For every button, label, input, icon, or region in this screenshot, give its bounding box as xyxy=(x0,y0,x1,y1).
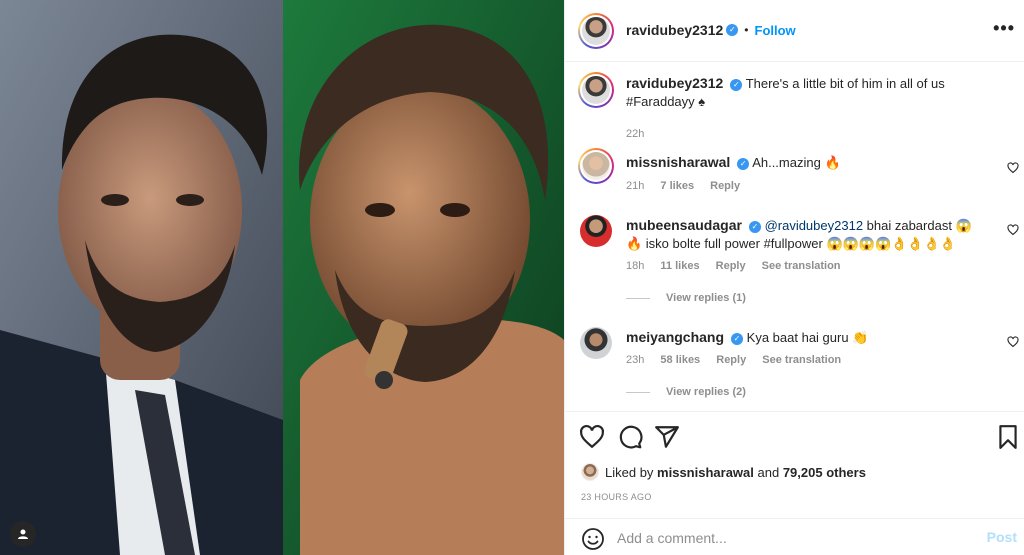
comment-likes[interactable]: 58 likes xyxy=(660,354,700,366)
caption-username[interactable]: ravidubey2312 xyxy=(626,75,723,91)
separator-dot: • xyxy=(744,23,749,37)
comment-text-block: meiyangchang ✓ Kya baat hai guru 👏 xyxy=(626,328,976,347)
caption-author-avatar[interactable] xyxy=(578,72,614,108)
see-translation-button[interactable]: See translation xyxy=(762,260,841,272)
comment-thread[interactable]: ravidubey2312 ✓ There's a little bit of h… xyxy=(565,62,1024,410)
post-photo-collage xyxy=(0,0,564,555)
verified-icon: ✓ xyxy=(748,220,761,233)
author-avatar[interactable] xyxy=(578,13,614,49)
save-bookmark-icon[interactable] xyxy=(995,424,1021,450)
comment-composer: Post xyxy=(565,518,1024,555)
comment-text-block: missnisharawal ✓ Ah...mazing 🔥 xyxy=(626,153,976,172)
commenter-username[interactable]: mubeensaudagar xyxy=(626,217,742,233)
tagged-user-icon[interactable] xyxy=(10,521,36,547)
like-heart-icon[interactable] xyxy=(579,424,605,450)
comment-meta: 21h 7 likes Reply xyxy=(626,180,753,192)
commenter-avatar[interactable] xyxy=(580,327,612,359)
comment-likes[interactable]: 7 likes xyxy=(660,180,694,192)
emoji-smiley-icon[interactable] xyxy=(581,527,605,551)
verified-icon: ✓ xyxy=(731,332,744,345)
post-header: ravidubey2312 ✓ • Follow ••• xyxy=(565,0,1024,62)
reply-button[interactable]: Reply xyxy=(710,180,740,192)
post-image[interactable] xyxy=(0,0,564,555)
comment-text: Kya baat hai guru 👏 xyxy=(746,330,869,345)
commenter-avatar[interactable] xyxy=(580,215,612,247)
caption-time[interactable]: 22h xyxy=(626,128,644,140)
more-horizontal-icon[interactable]: ••• xyxy=(993,18,1015,39)
author-line: ravidubey2312 ✓ • Follow xyxy=(626,22,796,38)
comment-meta: 18h 11 likes Reply See translation xyxy=(626,260,854,272)
commenter-username[interactable]: missnisharawal xyxy=(626,154,730,170)
post-side-panel: ravidubey2312 ✓ • Follow ••• ravidubey23… xyxy=(564,0,1024,555)
like-comment-heart-icon[interactable] xyxy=(1007,224,1019,236)
liked-by-avatar[interactable] xyxy=(581,463,599,481)
post-comment-button[interactable]: Post xyxy=(987,529,1017,545)
commenter-username[interactable]: meiyangchang xyxy=(626,329,724,345)
reply-button[interactable]: Reply xyxy=(716,354,746,366)
post-actions: Liked by missnisharawal and 79,205 other… xyxy=(565,411,1024,555)
post-timestamp[interactable]: 23 HOURS AGO xyxy=(581,492,652,502)
view-replies-button[interactable]: View replies (1) xyxy=(626,292,746,304)
comment-text: Ah...mazing 🔥 xyxy=(752,155,841,170)
comment-time[interactable]: 21h xyxy=(626,180,644,192)
liked-by-others[interactable]: 79,205 others xyxy=(783,465,866,480)
liked-by-and: and xyxy=(757,464,780,480)
share-send-icon[interactable] xyxy=(654,424,680,450)
liked-by-prefix: Liked by xyxy=(605,464,654,480)
comment-text-block: mubeensaudagar ✓ @ravidubey2312 bhai zaba… xyxy=(626,216,976,253)
comment-meta: 23h 58 likes Reply See translation xyxy=(626,354,854,366)
caption-text-block: ravidubey2312 ✓ There's a little bit of h… xyxy=(626,74,976,111)
caption-meta: 22h xyxy=(626,128,657,140)
view-replies-button[interactable]: View replies (2) xyxy=(626,386,746,398)
verified-icon: ✓ xyxy=(737,157,750,170)
liked-by-user[interactable]: missnisharawal xyxy=(657,465,754,480)
liked-by-line: Liked by missnisharawal and 79,205 other… xyxy=(581,463,866,481)
verified-icon: ✓ xyxy=(726,24,739,36)
commenter-avatar[interactable] xyxy=(578,148,614,184)
like-comment-heart-icon[interactable] xyxy=(1007,336,1019,348)
follow-button[interactable]: Follow xyxy=(755,23,796,38)
author-username[interactable]: ravidubey2312 xyxy=(626,22,723,38)
comment-time[interactable]: 23h xyxy=(626,354,644,366)
reply-button[interactable]: Reply xyxy=(716,260,746,272)
verified-icon: ✓ xyxy=(730,78,743,91)
add-comment-input[interactable] xyxy=(617,528,937,548)
comment-likes[interactable]: 11 likes xyxy=(660,260,699,272)
comment-time[interactable]: 18h xyxy=(626,260,644,272)
comment-mention[interactable]: @ravidubey2312 xyxy=(765,218,863,233)
comment-bubble-icon[interactable] xyxy=(617,424,643,450)
see-translation-button[interactable]: See translation xyxy=(762,354,841,366)
like-comment-heart-icon[interactable] xyxy=(1007,162,1019,174)
